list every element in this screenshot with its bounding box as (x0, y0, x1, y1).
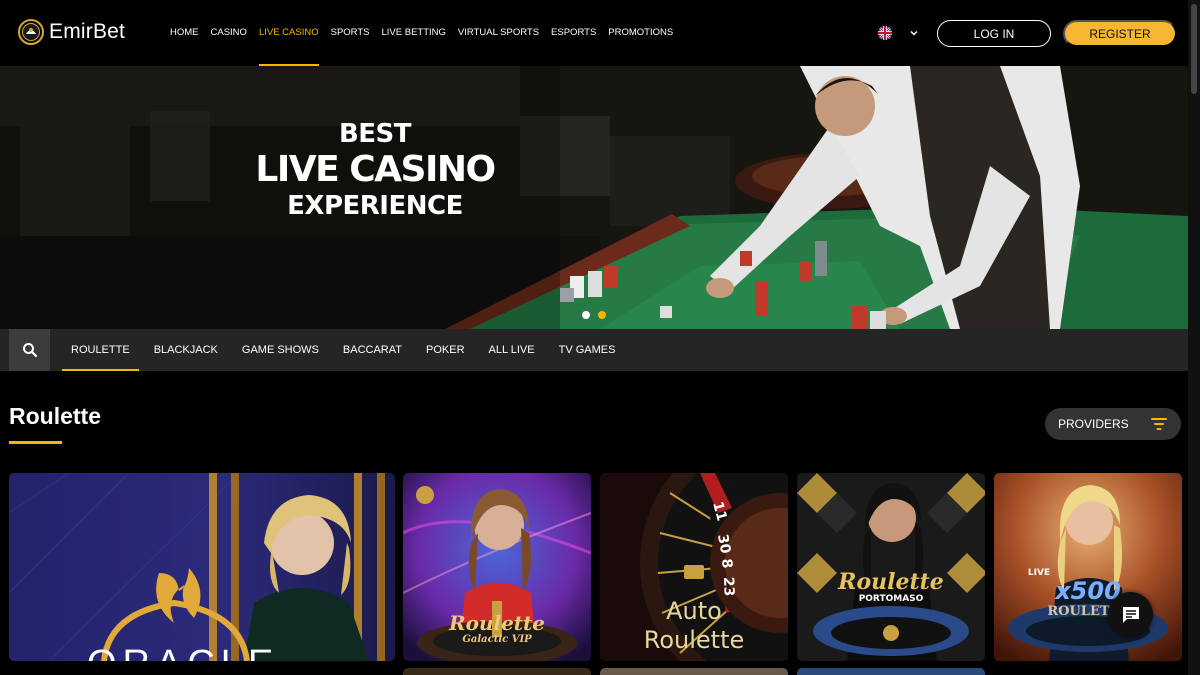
nav-home[interactable]: HOME (170, 0, 199, 66)
uk-flag-icon (878, 26, 892, 40)
nav-casino[interactable]: CASINO (211, 0, 247, 66)
game-tile-row2-1[interactable] (403, 668, 591, 675)
scrollbar-thumb[interactable] (1191, 4, 1197, 94)
hero-dealer-roulette-image (0, 66, 1188, 329)
register-button[interactable]: REGISTER (1063, 20, 1177, 47)
game-title-portomaso-line2: PORTOMASO (858, 594, 924, 604)
wheel-number-30: 30 (714, 533, 733, 555)
hero-line-3: EXPERIENCE (287, 191, 463, 221)
brand-name: EmirBet (49, 20, 126, 43)
nav-esports[interactable]: ESPORTS (551, 0, 596, 66)
game-tile-roulette-galactic-vip[interactable]: Roulette Galactic VIP (403, 473, 591, 661)
game-thumbnail-x500-roulette (994, 473, 1182, 661)
hero-banner[interactable]: BEST LIVE CASINO EXPERIENCE (0, 66, 1188, 329)
game-title-x500-line2: x500 (1055, 577, 1121, 605)
nav-live-betting[interactable]: LIVE BETTING (382, 0, 446, 66)
game-tile-x500-roulette[interactable]: LIVE x500 ROULETTE (994, 473, 1182, 661)
carousel-dot-1[interactable] (582, 311, 590, 319)
category-search-button[interactable] (9, 329, 50, 371)
section-title: Roulette (9, 403, 101, 429)
site-header: EmirBet HOME CASINO LIVE CASINO SPORTS L… (0, 0, 1188, 66)
filter-icon (1151, 418, 1167, 430)
nav-promotions[interactable]: PROMOTIONS (608, 0, 673, 66)
tab-poker[interactable]: POKER (417, 329, 474, 371)
login-button[interactable]: LOG IN (937, 20, 1051, 47)
providers-label: PROVIDERS (1058, 417, 1129, 431)
category-tabs: ROULETTE BLACKJACK GAME SHOWS BACCARAT P… (62, 329, 630, 371)
page-scrollbar[interactable] (1188, 0, 1200, 675)
game-thumbnail-portomaso (797, 473, 985, 661)
nav-virtual-sports[interactable]: VIRTUAL SPORTS (458, 0, 539, 66)
game-tile-auto-roulette[interactable]: 11 30 8 23 Auto Roulette (600, 473, 788, 661)
search-icon (22, 343, 37, 358)
tab-roulette[interactable]: ROULETTE (62, 329, 139, 371)
hero-line-1: BEST (338, 119, 412, 149)
live-chat-button[interactable] (1108, 592, 1153, 637)
logo[interactable]: EmirBet (18, 19, 125, 45)
carousel-dot-2[interactable] (598, 311, 606, 319)
game-thumbnail-oracle: ORACLE (9, 473, 395, 661)
carousel-dots (582, 311, 606, 319)
game-tile-roulette-portomaso[interactable]: Roulette PORTOMASO (797, 473, 985, 661)
wheel-number-23: 23 (720, 577, 737, 597)
game-title-galactic-line1: Roulette (448, 611, 546, 635)
game-tile-row2-2[interactable] (600, 668, 788, 675)
tab-game-shows[interactable]: GAME SHOWS (233, 329, 328, 371)
oracle-logo-text: ORACLE (87, 643, 279, 661)
chevron-down-icon (910, 30, 918, 36)
game-title-auto-line1: Auto (666, 597, 722, 625)
language-selector[interactable] (878, 26, 919, 40)
tab-all-live[interactable]: ALL LIVE (480, 329, 544, 371)
nav-sports[interactable]: SPORTS (331, 0, 370, 66)
game-title-x500-line3: ROULETTE (1047, 604, 1129, 619)
nav-live-casino[interactable]: LIVE CASINO (258, 0, 319, 66)
tab-baccarat[interactable]: BACCARAT (334, 329, 411, 371)
game-title-galactic-line2: Galactic VIP (462, 634, 532, 645)
logo-emblem-icon (18, 19, 44, 45)
game-title-portomaso-line1: Roulette (838, 569, 944, 595)
tab-blackjack[interactable]: BLACKJACK (145, 329, 227, 371)
game-tile-oracle[interactable]: ORACLE (9, 473, 395, 661)
hero-line-2: LIVE CASINO (255, 149, 496, 190)
category-bar: ROULETTE BLACKJACK GAME SHOWS BACCARAT P… (0, 329, 1188, 371)
providers-filter-button[interactable]: PROVIDERS (1045, 408, 1181, 440)
section-title-underline (9, 441, 62, 444)
game-tile-row2-3[interactable] (797, 668, 985, 675)
chat-icon (1122, 606, 1139, 623)
main-nav: HOME CASINO LIVE CASINO SPORTS LIVE BETT… (170, 0, 685, 66)
hero-headline: BEST LIVE CASINO EXPERIENCE (255, 118, 496, 222)
tab-tv-games[interactable]: TV GAMES (550, 329, 625, 371)
wheel-number-8: 8 (718, 558, 735, 569)
game-title-auto-line2: Roulette (643, 626, 745, 654)
